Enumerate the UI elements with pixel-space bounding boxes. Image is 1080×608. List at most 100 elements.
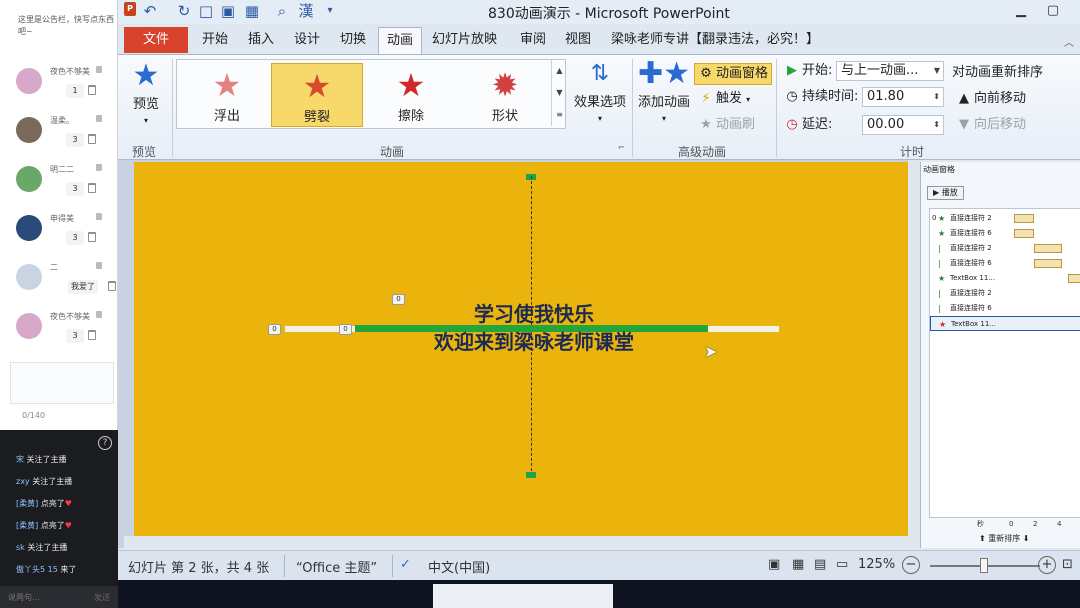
trash-icon[interactable] — [88, 330, 96, 340]
move-earlier-button[interactable]: ▲ 向前移动 — [956, 89, 1026, 109]
trash-icon[interactable] — [88, 134, 96, 144]
chat-user[interactable]: 夜色不够美 3 — [16, 309, 116, 353]
zoom-slider-thumb[interactable] — [980, 558, 988, 573]
timeline-ruler[interactable]: 秒 0 2 4 — [929, 518, 1080, 530]
dialog-launcher-icon[interactable]: ⌐ — [618, 143, 625, 152]
han-icon[interactable]: 漢 — [298, 3, 314, 19]
trash-icon[interactable] — [108, 281, 116, 291]
reorder-control[interactable]: ⬆ 重新排序 ⬇ — [979, 533, 1030, 544]
avatar[interactable] — [16, 313, 42, 339]
add-animation-button[interactable]: ✚★ 添加动画 ▾ — [636, 57, 692, 125]
timeline-bar[interactable] — [1014, 229, 1034, 238]
zoom-level[interactable]: 125% — [858, 557, 895, 572]
play-button[interactable]: ▶ 播放 — [927, 186, 964, 200]
save-icon[interactable]: ▣ — [220, 3, 236, 19]
slide-canvas[interactable]: 0 0 0 学习使我快乐 欢迎来到梁咏老师课堂 ➤ — [134, 162, 908, 538]
start-dropdown[interactable]: 与上一动画... ▼ — [836, 61, 944, 81]
reading-view-icon[interactable]: ▤ — [814, 557, 826, 572]
reorder-up-icon[interactable]: ⬆ — [979, 534, 986, 543]
effect-options-button[interactable]: ⇅ 效果选项 ▾ — [570, 57, 630, 125]
preview-button[interactable]: ★ 预览 ▾ — [126, 59, 166, 127]
avatar[interactable] — [16, 117, 42, 143]
list-item[interactable]: | 直接连接符 6 — [930, 301, 1080, 316]
trash-icon[interactable] — [88, 183, 96, 193]
timeline-bar[interactable] — [1034, 244, 1062, 253]
timeline-bar[interactable] — [1068, 274, 1080, 283]
zoom-out-button[interactable]: − — [902, 556, 920, 574]
effect-shape[interactable]: ✹ 形状 — [459, 63, 551, 127]
gallery-scroll-up[interactable]: ▲ — [551, 60, 567, 82]
list-item[interactable]: ★ 直接连接符 6 — [930, 226, 1080, 241]
list-item[interactable]: | 直接连接符 2 — [930, 241, 1080, 256]
theme-name[interactable]: “Office 主题” — [296, 557, 377, 576]
avatar[interactable] — [16, 166, 42, 192]
feed-input-placeholder[interactable]: 说两句... — [8, 592, 40, 603]
list-item[interactable]: | 直接连接符 6 — [930, 256, 1080, 271]
chat-user[interactable]: 二 我爱了 — [16, 260, 116, 304]
animation-pane-button[interactable]: ⚙ 动画窗格 — [694, 63, 773, 85]
tab-insert[interactable]: 插入 — [248, 30, 274, 50]
trigger-button[interactable]: ⚡ 触发 ▾ — [698, 89, 750, 110]
list-item[interactable]: ★ TextBox 11... — [930, 271, 1080, 286]
tab-design[interactable]: 设计 — [294, 30, 320, 50]
tab-custom-lecture[interactable]: 梁咏老师专讲【翻录违法，必究！】 — [611, 30, 819, 50]
new-file-icon[interactable]: □ — [198, 3, 214, 19]
collapse-ribbon-icon[interactable]: ︿ — [1064, 34, 1074, 49]
customize-toolbar-icon[interactable]: ▾ — [322, 3, 338, 19]
chat-user[interactable]: 明二二 3 — [16, 162, 116, 206]
avatar[interactable] — [16, 215, 42, 241]
list-item-selected[interactable]: ★ TextBox 11... — [930, 316, 1080, 331]
chat-user[interactable]: 温柔。 3 — [16, 113, 116, 157]
chat-input-box[interactable] — [10, 362, 114, 404]
chat-user[interactable]: 申得美 3 — [16, 211, 116, 255]
gallery-scroll-down[interactable]: ▼ — [551, 82, 567, 104]
avatar[interactable] — [16, 264, 42, 290]
animation-order-tag[interactable]: 0 — [339, 324, 352, 335]
send-button[interactable]: 发送 — [94, 592, 110, 603]
normal-view-icon[interactable]: ▣ — [768, 557, 780, 572]
help-icon[interactable]: ? — [98, 436, 112, 450]
timeline-bar[interactable] — [1034, 259, 1062, 268]
guide-handle-bottom[interactable] — [526, 472, 536, 478]
effect-wipe[interactable]: ★ 擦除 — [365, 63, 457, 127]
table-icon[interactable]: ▦ — [244, 3, 260, 19]
tab-view[interactable]: 视图 — [565, 30, 591, 50]
animation-painter-button[interactable]: ★ 动画刷 — [698, 115, 755, 135]
move-later-button[interactable]: ▼ 向后移动 — [956, 115, 1026, 135]
avatar[interactable] — [16, 68, 42, 94]
reorder-down-icon[interactable]: ⬇ — [1023, 534, 1030, 543]
effect-float-in[interactable]: ★ 浮出 — [181, 63, 273, 127]
vertical-scrollbar[interactable] — [908, 160, 920, 536]
feed-input-bar[interactable]: 说两句... 发送 — [0, 586, 118, 608]
tab-animations[interactable]: 动画 — [378, 27, 423, 55]
list-item[interactable]: 0 ★ 直接连接符 2 — [930, 211, 1080, 226]
tab-review[interactable]: 审阅 — [520, 30, 546, 50]
print-preview-icon[interactable]: ⌕ — [274, 3, 290, 19]
tab-file[interactable]: 文件 — [124, 27, 188, 53]
slide-text-line2[interactable]: 欢迎来到梁咏老师课堂 — [374, 326, 694, 355]
maximize-button[interactable]: ▢ — [1042, 2, 1064, 20]
spell-check-icon[interactable]: ✓ — [400, 557, 411, 572]
language[interactable]: 中文(中国) — [428, 557, 490, 576]
zoom-in-button[interactable]: + — [1038, 556, 1056, 574]
chat-user[interactable]: 夜色不够美 1 — [16, 64, 116, 108]
timeline-bar[interactable] — [1014, 214, 1034, 223]
horizontal-scrollbar[interactable] — [124, 536, 910, 548]
trash-icon[interactable] — [88, 85, 96, 95]
slideshow-view-icon[interactable]: ▭ — [836, 557, 848, 572]
effect-split[interactable]: ★ 劈裂 — [271, 63, 363, 127]
undo-icon[interactable]: ↶ — [142, 3, 158, 19]
animation-order-tag[interactable]: 0 — [268, 324, 281, 335]
slide-sorter-icon[interactable]: ▦ — [792, 557, 804, 572]
tab-transitions[interactable]: 切换 — [340, 30, 366, 50]
delay-spinner[interactable]: 00.00 ⬍ — [862, 115, 944, 135]
trash-icon[interactable] — [88, 232, 96, 242]
powerpoint-logo-icon[interactable]: P — [124, 2, 136, 16]
minimize-button[interactable]: ▁ — [1010, 2, 1032, 20]
list-item[interactable]: | 直接连接符 2 — [930, 286, 1080, 301]
tab-home[interactable]: 开始 — [202, 30, 228, 50]
tab-slideshow[interactable]: 幻灯片放映 — [432, 30, 497, 50]
redo-icon[interactable]: ↻ — [176, 3, 192, 19]
fit-slide-icon[interactable]: ⊡ — [1062, 557, 1073, 572]
gallery-more[interactable]: ≡ — [551, 104, 567, 126]
